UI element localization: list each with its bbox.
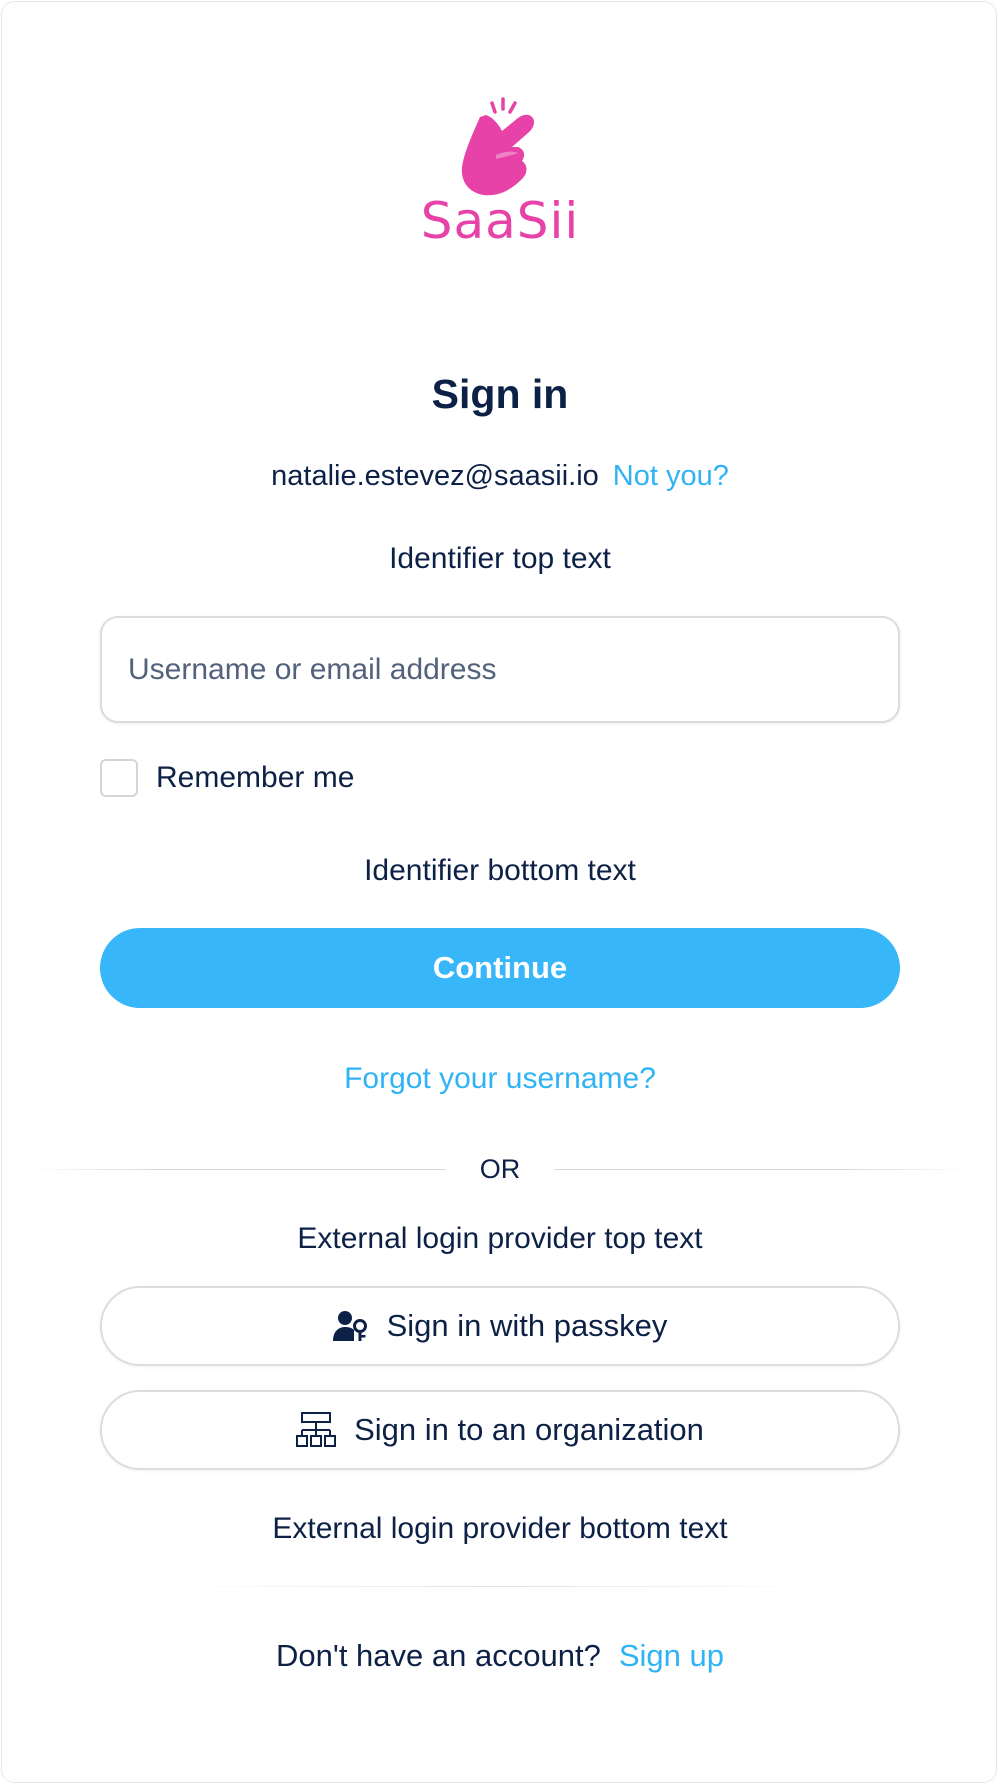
external-top-text: External login provider top text — [297, 1222, 703, 1255]
org-chart-icon — [296, 1411, 337, 1449]
username-input[interactable] — [100, 616, 900, 723]
forgot-username-link[interactable]: Forgot your username? — [344, 1062, 656, 1095]
signup-prompt: Don't have an account? — [276, 1638, 601, 1673]
passkey-button[interactable]: Sign in with passkey — [100, 1286, 900, 1366]
remember-me-label[interactable]: Remember me — [156, 761, 354, 795]
account-email: natalie.estevez@saasii.io — [271, 460, 599, 492]
signup-row: Don't have an account? Sign up — [0, 1637, 1000, 1675]
divider-right — [554, 1169, 970, 1170]
continue-button[interactable]: Continue — [100, 928, 900, 1008]
organization-button[interactable]: Sign in to an organization — [100, 1390, 900, 1470]
account-row: natalie.estevez@saasii.io Not you? — [0, 458, 1000, 494]
external-bottom-text: External login provider bottom text — [272, 1512, 728, 1545]
brand-wordmark: SaaSii — [421, 192, 580, 245]
page-title: Sign in — [431, 371, 569, 417]
signup-link[interactable]: Sign up — [619, 1638, 724, 1673]
user-key-icon — [332, 1309, 369, 1343]
not-you-link[interactable]: Not you? — [613, 460, 729, 492]
footer-divider — [170, 1586, 830, 1587]
organization-button-label: Sign in to an organization — [354, 1412, 704, 1447]
passkey-button-label: Sign in with passkey — [386, 1308, 668, 1343]
remember-me-checkbox[interactable] — [100, 759, 138, 797]
identifier-bottom-text: Identifier bottom text — [364, 854, 636, 887]
brand-logo: SaaSii — [421, 97, 580, 245]
identifier-top-text: Identifier top text — [389, 542, 611, 575]
forgot-username-row: Forgot your username? — [0, 1061, 1000, 1097]
remember-me-row: Remember me — [100, 758, 354, 798]
